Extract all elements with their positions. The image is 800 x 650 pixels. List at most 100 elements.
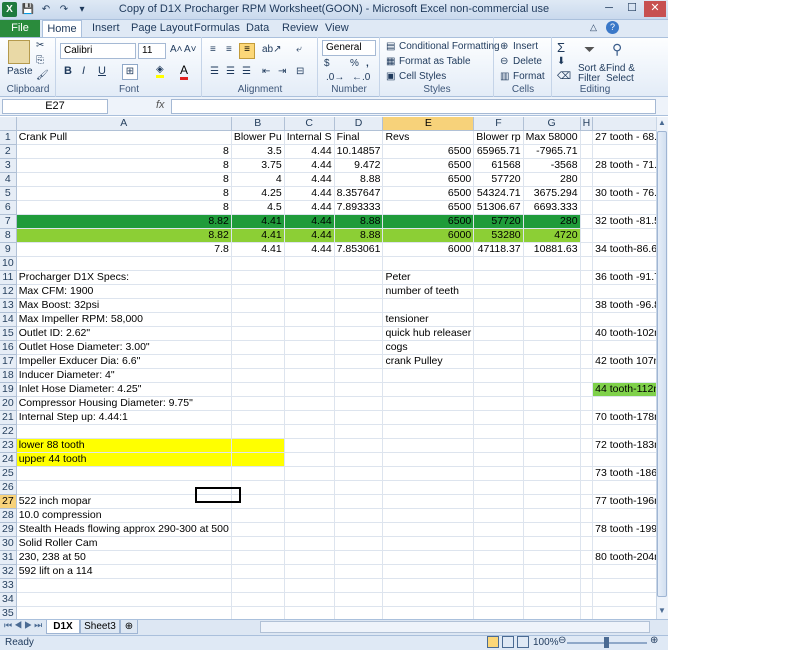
cell-f29[interactable] bbox=[473, 522, 524, 538]
cell-a12[interactable]: Max CFM: 1900 bbox=[16, 284, 232, 300]
cell-e28[interactable] bbox=[382, 508, 475, 524]
cell-g3[interactable]: -3568 bbox=[523, 158, 581, 174]
row-header[interactable]: 9 bbox=[0, 242, 17, 258]
cell-h8[interactable] bbox=[580, 228, 594, 244]
cell-a17[interactable]: Impeller Exducer Dia: 6.6" bbox=[16, 354, 232, 370]
cell-i27[interactable]: 77 tooth-196mm or 7.72 inch diam bbox=[592, 494, 656, 510]
insert-function-icon[interactable]: fx bbox=[156, 99, 165, 111]
cell-e22[interactable] bbox=[382, 424, 475, 440]
cell-d22[interactable] bbox=[334, 424, 384, 440]
cell-b22[interactable] bbox=[231, 424, 285, 440]
cell-f32[interactable] bbox=[473, 564, 524, 580]
cell-f35[interactable] bbox=[473, 606, 524, 619]
cell-h34[interactable] bbox=[580, 592, 594, 608]
cell-d10[interactable] bbox=[334, 256, 384, 272]
cell-c35[interactable] bbox=[284, 606, 335, 619]
cell-a28[interactable]: 10.0 compression bbox=[16, 508, 232, 524]
cell-b3[interactable]: 3.75 bbox=[231, 158, 285, 174]
cell-c19[interactable] bbox=[284, 382, 335, 398]
cell-f23[interactable] bbox=[473, 438, 524, 454]
cell-c23[interactable] bbox=[284, 438, 335, 454]
tab-insert[interactable]: Insert bbox=[92, 20, 120, 37]
cell-b12[interactable] bbox=[231, 284, 285, 300]
cell-f9[interactable]: 47118.37 bbox=[473, 242, 524, 258]
cell-h19[interactable] bbox=[580, 382, 594, 398]
scroll-down-icon[interactable]: ▼ bbox=[657, 606, 667, 618]
help-icon[interactable]: ? bbox=[606, 21, 619, 34]
cell-f17[interactable] bbox=[473, 354, 524, 370]
cell-e34[interactable] bbox=[382, 592, 475, 608]
cell-e29[interactable] bbox=[382, 522, 475, 538]
row-header[interactable]: 18 bbox=[0, 368, 17, 384]
row-header[interactable]: 23 bbox=[0, 438, 17, 454]
cell-g2[interactable]: -7965.71 bbox=[523, 144, 581, 160]
align-left-icon[interactable]: ☰ bbox=[210, 66, 219, 77]
cell-c22[interactable] bbox=[284, 424, 335, 440]
cell-g4[interactable]: 280 bbox=[523, 172, 581, 188]
cell-e20[interactable] bbox=[382, 396, 475, 412]
number-format-combo[interactable]: General bbox=[322, 40, 376, 56]
fill-color-icon[interactable]: ◈ bbox=[156, 64, 164, 78]
cell-f14[interactable] bbox=[473, 312, 524, 328]
grow-font-icon[interactable]: A˄ bbox=[170, 44, 183, 55]
format-cells-button[interactable]: Format bbox=[513, 71, 545, 82]
row-header[interactable]: 20 bbox=[0, 396, 17, 412]
cell-h7[interactable] bbox=[580, 214, 594, 230]
row-header[interactable]: 19 bbox=[0, 382, 17, 398]
cell-a4[interactable]: 8 bbox=[16, 172, 232, 188]
cell-e15[interactable]: quick hub releaser bbox=[382, 326, 475, 342]
cell-f7[interactable]: 57720 bbox=[473, 214, 524, 230]
cell-h22[interactable] bbox=[580, 424, 594, 440]
cell-g7[interactable]: 280 bbox=[523, 214, 581, 230]
cell-i2[interactable] bbox=[592, 144, 656, 160]
cell-i19[interactable]: 44 tooth-112mm or 4.41 inch diam bbox=[592, 382, 656, 398]
cell-h30[interactable] bbox=[580, 536, 594, 552]
cell-b28[interactable] bbox=[231, 508, 285, 524]
cell-c10[interactable] bbox=[284, 256, 335, 272]
cell-h20[interactable] bbox=[580, 396, 594, 412]
cell-a14[interactable]: Max Impeller RPM: 58,000 bbox=[16, 312, 232, 328]
sort-filter-label-2[interactable]: Filter bbox=[578, 73, 600, 84]
row-header[interactable]: 29 bbox=[0, 522, 17, 538]
cell-e18[interactable] bbox=[382, 368, 475, 384]
cell-h31[interactable] bbox=[580, 550, 594, 566]
cell-d24[interactable] bbox=[334, 452, 384, 468]
cell-e21[interactable] bbox=[382, 410, 475, 426]
tab-formulas[interactable]: Formulas bbox=[194, 20, 240, 37]
cell-g8[interactable]: 4720 bbox=[523, 228, 581, 244]
cell-c2[interactable]: 4.44 bbox=[284, 144, 335, 160]
cell-f8[interactable]: 53280 bbox=[473, 228, 524, 244]
cell-b34[interactable] bbox=[231, 592, 285, 608]
row-header[interactable]: 6 bbox=[0, 200, 17, 216]
cell-c26[interactable] bbox=[284, 480, 335, 496]
cell-h15[interactable] bbox=[580, 326, 594, 342]
cell-i29[interactable]: 78 tooth -199mm or 7.83 inch diam bbox=[592, 522, 656, 538]
row-header[interactable]: 12 bbox=[0, 284, 17, 300]
percent-button[interactable]: % bbox=[350, 58, 359, 69]
cell-h29[interactable] bbox=[580, 522, 594, 538]
cell-d19[interactable] bbox=[334, 382, 384, 398]
cell-e7[interactable]: 6500 bbox=[382, 214, 475, 230]
cell-c25[interactable] bbox=[284, 466, 335, 482]
row-header[interactable]: 14 bbox=[0, 312, 17, 328]
cell-i17[interactable]: 42 tooth 107mm or 4.2 inch diam bbox=[592, 354, 656, 370]
copy-icon[interactable]: ⎘ bbox=[36, 55, 44, 66]
cell-b13[interactable] bbox=[231, 298, 285, 314]
cell-i25[interactable]: 73 tooth -186mm or 7.32 inch diam bbox=[592, 466, 656, 482]
cell-c20[interactable] bbox=[284, 396, 335, 412]
cell-i7[interactable]: 32 tooth -81.5mm or 3.21 inch diam bbox=[592, 214, 656, 230]
decrease-decimal-icon[interactable]: ←.0 bbox=[352, 72, 370, 83]
cell-i14[interactable] bbox=[592, 312, 656, 328]
row-header[interactable]: 15 bbox=[0, 326, 17, 342]
cell-i12[interactable] bbox=[592, 284, 656, 300]
cell-d4[interactable]: 8.88 bbox=[334, 172, 384, 188]
cell-h13[interactable] bbox=[580, 298, 594, 314]
cell-b4[interactable]: 4 bbox=[231, 172, 285, 188]
zoom-out-icon[interactable]: ⊖ bbox=[558, 635, 566, 646]
cell-f1[interactable]: Blower rp bbox=[473, 130, 524, 146]
column-header-c[interactable]: C bbox=[284, 117, 335, 132]
italic-button[interactable]: I bbox=[82, 65, 85, 77]
insert-cells-button[interactable]: Insert bbox=[513, 41, 538, 52]
cell-d5[interactable]: 8.357647 bbox=[334, 186, 384, 202]
cell-g1[interactable]: Max 58000 bbox=[523, 130, 581, 146]
